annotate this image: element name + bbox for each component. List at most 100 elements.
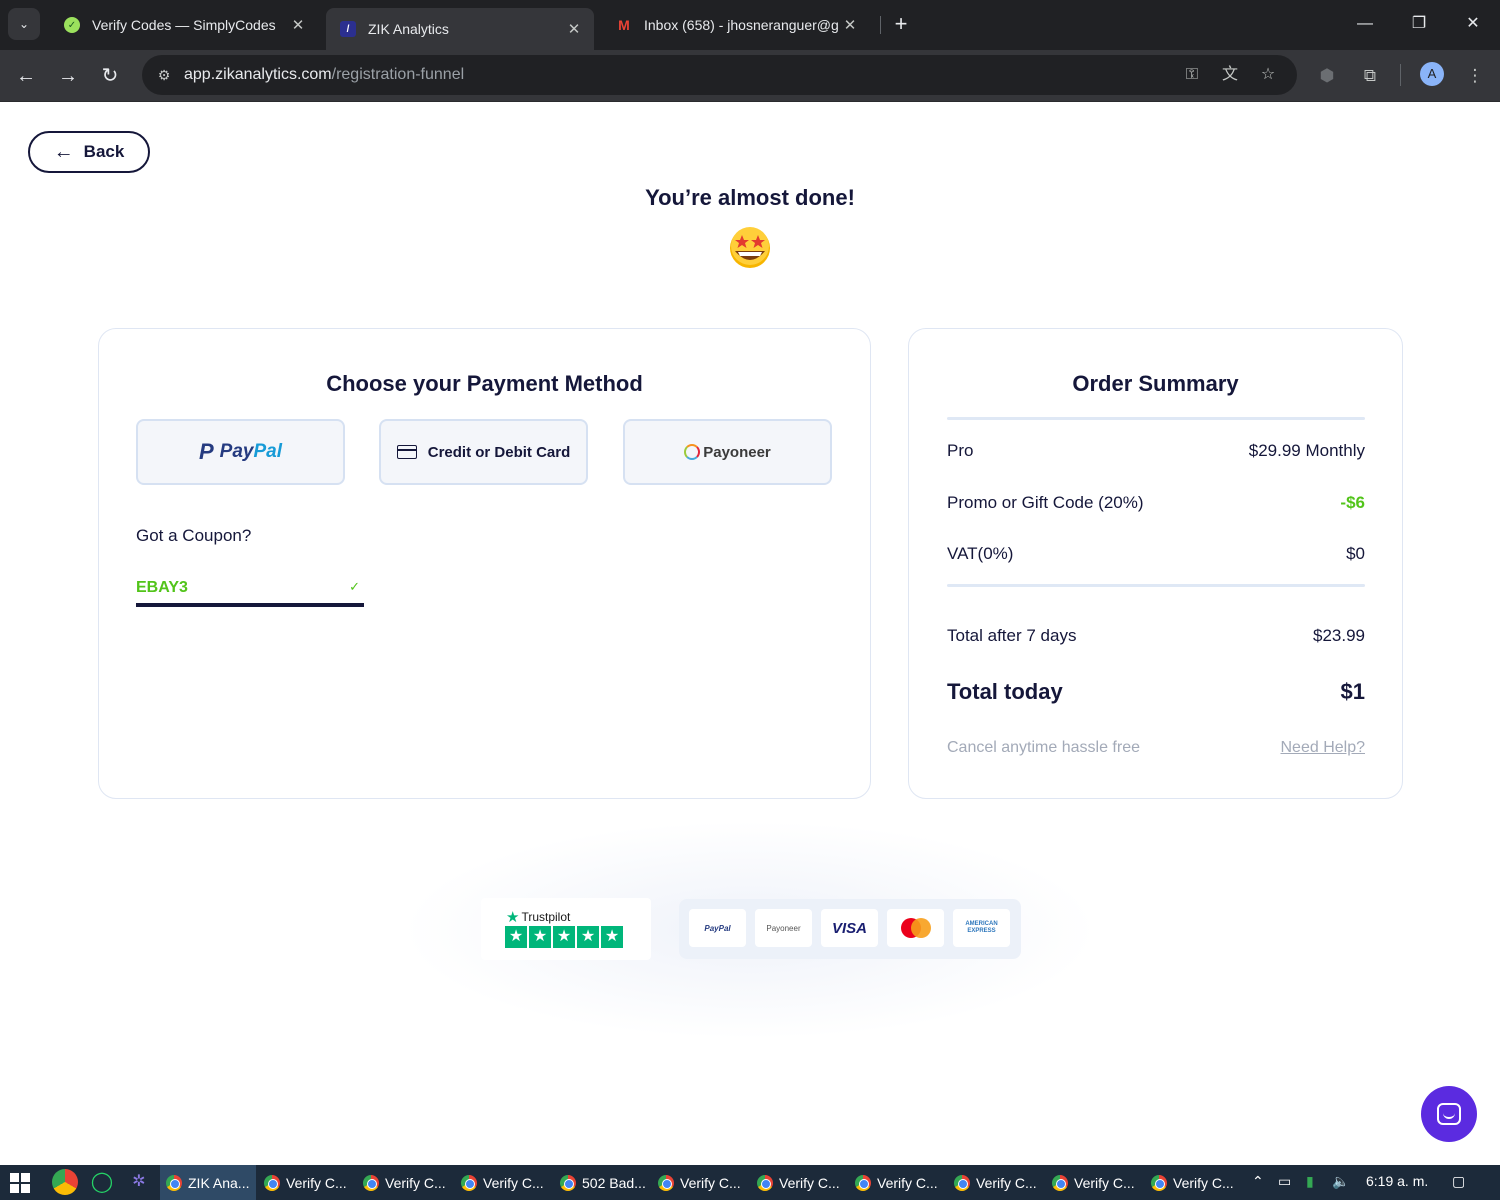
chat-launcher-button[interactable] <box>1421 1086 1477 1142</box>
site-settings-icon[interactable]: ⚙ <box>152 63 176 87</box>
chat-icon <box>1437 1103 1461 1125</box>
new-tab-button[interactable]: + <box>888 10 914 38</box>
payment-method-title: Choose your Payment Method <box>326 371 643 396</box>
amex-logo-icon: AMERICAN EXPRESS <box>953 909 1010 947</box>
paypal-wordmark: PayPal <box>220 441 282 463</box>
chrome-icon <box>264 1174 280 1191</box>
task-label: Verify C... <box>1074 1174 1135 1191</box>
taskbar-task[interactable]: Verify C... <box>652 1165 748 1200</box>
payoneer-option-button[interactable]: Payoneer <box>623 419 832 485</box>
order-footer: Cancel anytime hassle free Need Help? <box>947 739 1365 757</box>
chrome-icon <box>954 1174 970 1191</box>
coupon-label: Got a Coupon? <box>136 526 252 545</box>
close-icon[interactable]: ✕ <box>840 16 860 34</box>
order-row-vat: VAT(0%) $0 <box>947 544 1365 564</box>
tab-title: Inbox (658) - jhosneranguer@g <box>644 17 839 33</box>
taskbar-task[interactable]: Verify C... <box>948 1165 1044 1200</box>
task-label: Verify C... <box>385 1174 446 1191</box>
coupon-input[interactable]: EBAY3 ✓ <box>136 569 364 607</box>
password-key-icon[interactable]: ⚿ <box>1180 64 1204 86</box>
whatsapp-icon[interactable]: ◯ <box>89 1169 115 1195</box>
clock-text[interactable]: 6:19 a. m. <box>1366 1173 1428 1189</box>
chrome-icon <box>461 1174 477 1191</box>
payment-method-card: Choose your Payment Method P PayPal Cred… <box>98 328 871 799</box>
chrome-icon <box>855 1174 871 1191</box>
windows-taskbar: ◯ ✲ ZIK Ana... Verify C... Verify C... V… <box>0 1165 1500 1200</box>
translate-icon[interactable]: 文 <box>1218 64 1242 86</box>
volume-icon[interactable]: 🔈 <box>1332 1173 1349 1190</box>
tab-title: ZIK Analytics <box>368 21 449 37</box>
task-label: Verify C... <box>680 1174 741 1191</box>
need-help-link[interactable]: Need Help? <box>1281 739 1366 757</box>
plan-price: $29.99 Monthly <box>1248 441 1365 460</box>
payoneer-logo-icon: Payoneer <box>755 909 812 947</box>
task-label: Verify C... <box>976 1174 1037 1191</box>
checkmark-icon: ✓ <box>349 579 360 594</box>
profile-avatar[interactable]: A <box>1420 62 1444 86</box>
extensions-icon[interactable]: ⧉ <box>1357 63 1383 89</box>
chrome-icon <box>1151 1174 1167 1191</box>
reload-icon[interactable]: ↻ <box>94 60 126 92</box>
minimize-button[interactable]: — <box>1342 8 1388 40</box>
app-pinned-icon[interactable]: ✲ <box>126 1169 152 1195</box>
chrome-pinned-icon[interactable] <box>52 1169 78 1195</box>
paypal-wordmark-pay: Pay <box>219 441 254 462</box>
taskbar-task[interactable]: Verify C... <box>455 1165 551 1200</box>
credit-card-label: Credit or Debit Card <box>427 443 571 461</box>
total-after-label: Total after 7 days <box>947 626 1077 645</box>
url-text[interactable]: app.zikanalytics.com/registration-funnel <box>184 66 464 84</box>
forward-arrow-icon[interactable]: → <box>52 60 84 92</box>
accepted-payments-strip: PayPal Payoneer VISA AMERICAN EXPRESS <box>679 899 1021 959</box>
toolbar-divider <box>1400 64 1401 86</box>
taskbar-task[interactable]: Verify C... <box>1046 1165 1142 1200</box>
task-label: Verify C... <box>877 1174 938 1191</box>
url-path: /registration-funnel <box>331 66 465 83</box>
tab-zik-analytics[interactable]: / ZIK Analytics ✕ <box>326 8 594 50</box>
bookmark-star-icon[interactable]: ☆ <box>1256 64 1280 86</box>
tab-search-button[interactable]: ⌄ <box>8 8 40 40</box>
restore-button[interactable]: ❐ <box>1396 8 1442 40</box>
vat-label: VAT(0%) <box>947 544 1014 563</box>
task-label: Verify C... <box>1173 1174 1234 1191</box>
close-icon[interactable]: ✕ <box>564 20 584 38</box>
back-arrow-icon[interactable]: ← <box>10 60 42 92</box>
rating-star-icon: ★ <box>601 926 623 948</box>
extension-puzzle-icon[interactable]: ⬢ <box>1314 63 1340 89</box>
menu-kebab-icon[interactable]: ⋮ <box>1462 63 1488 89</box>
page-headline: You’re almost done! <box>645 185 855 210</box>
taskbar-task[interactable]: ZIK Ana... <box>160 1165 256 1200</box>
cancel-anytime-text: Cancel anytime hassle free <box>947 739 1140 756</box>
credit-card-option-button[interactable]: Credit or Debit Card <box>379 419 588 485</box>
tab-title: Verify Codes — SimplyCodes <box>92 17 276 33</box>
tab-simplycodes[interactable]: ✓ Verify Codes — SimplyCodes ✕ <box>50 8 318 42</box>
notifications-icon[interactable]: ▢ <box>1452 1173 1465 1190</box>
taskbar-task[interactable]: Verify C... <box>849 1165 945 1200</box>
back-button[interactable]: ← Back <box>28 131 150 173</box>
taskbar-task[interactable]: Verify C... <box>258 1165 354 1200</box>
trustpilot-badge: ★ Trustpilot ★ ★ ★ ★ ★ <box>481 898 651 960</box>
battery-icon[interactable]: ▮ <box>1306 1173 1314 1190</box>
close-window-button[interactable]: ✕ <box>1450 8 1496 40</box>
divider <box>947 417 1365 420</box>
star-struck-emoji-icon <box>730 227 770 268</box>
taskbar-task[interactable]: Verify C... <box>1145 1165 1241 1200</box>
close-icon[interactable]: ✕ <box>288 16 308 34</box>
taskbar-task[interactable]: Verify C... <box>357 1165 453 1200</box>
network-icon[interactable]: ▭ <box>1278 1173 1291 1190</box>
order-summary-card: Order Summary Pro $29.99 Monthly Promo o… <box>908 328 1403 799</box>
url-host: app.zikanalytics.com <box>184 66 332 83</box>
task-label: ZIK Ana... <box>188 1174 250 1191</box>
taskbar-task[interactable]: Verify C... <box>751 1165 847 1200</box>
paypal-option-button[interactable]: P PayPal <box>136 419 345 485</box>
trustpilot-label: Trustpilot <box>521 910 571 924</box>
tab-gmail-inbox[interactable]: M Inbox (658) - jhosneranguer@g ✕ <box>602 8 870 42</box>
windows-start-icon[interactable] <box>10 1173 30 1193</box>
address-bar[interactable]: ⚙ app.zikanalytics.com/registration-funn… <box>142 55 1297 95</box>
total-today-label: Total today <box>947 679 1063 704</box>
back-button-label: Back <box>83 142 125 161</box>
taskbar-task[interactable]: 502 Bad... <box>554 1165 650 1200</box>
tray-chevron-icon[interactable]: ⌃ <box>1252 1173 1264 1190</box>
arrow-left-icon: ← <box>53 140 74 163</box>
total-today-value: $1 <box>1340 679 1365 704</box>
rating-star-icon: ★ <box>505 926 527 948</box>
